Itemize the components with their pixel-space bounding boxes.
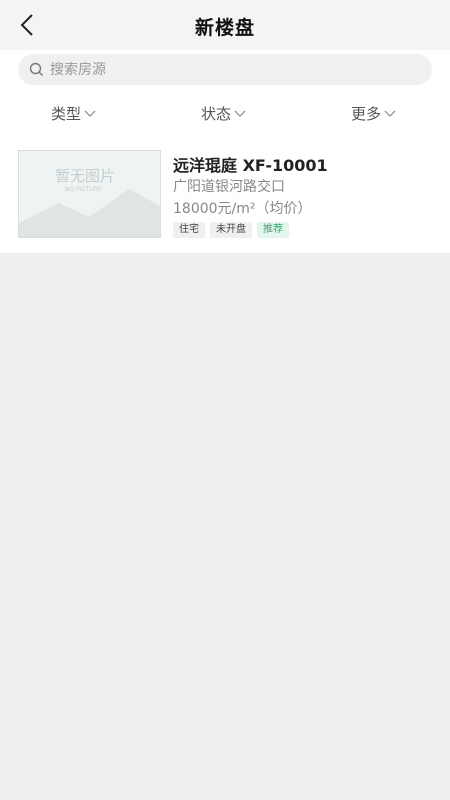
search-bar: [0, 50, 450, 90]
no-image-subtext: NO PICTURE: [65, 186, 102, 193]
search-input[interactable]: [50, 61, 410, 78]
chevron-down-icon: [384, 110, 396, 118]
tag-not-open: 未开盘: [210, 222, 252, 238]
no-image-text: 暂无图片: [55, 167, 116, 185]
search-box[interactable]: [18, 54, 432, 85]
filter-more[interactable]: 更多: [351, 103, 396, 124]
listing-name: 远洋琨庭 XF-10001: [173, 156, 328, 175]
filter-type[interactable]: 类型: [51, 103, 96, 124]
filter-status[interactable]: 状态: [201, 103, 246, 124]
filter-type-label: 类型: [51, 105, 82, 123]
listing-item[interactable]: 暂无图片 NO PICTURE 远洋琨庭 XF-10001 广阳道银河路交口 1…: [0, 136, 450, 253]
page-title: 新楼盘: [194, 17, 255, 39]
tag-residential: 住宅: [173, 222, 205, 238]
listing-price: 18000元/m²（均价）: [173, 201, 312, 217]
chevron-down-icon: [234, 110, 246, 118]
tag-recommended: 推荐: [257, 222, 289, 238]
listing-thumbnail: 暂无图片 NO PICTURE: [18, 150, 161, 238]
search-icon: [29, 62, 44, 77]
chevron-down-icon: [84, 110, 96, 118]
filter-status-label: 状态: [201, 105, 232, 123]
listing-tags: 住宅 未开盘 推荐: [173, 222, 294, 238]
filter-bar: 类型 状态 更多: [0, 90, 450, 136]
listing-address: 广阳道银河路交口: [173, 179, 285, 195]
top-bar: 新楼盘: [0, 0, 450, 50]
filter-more-label: 更多: [351, 105, 382, 123]
